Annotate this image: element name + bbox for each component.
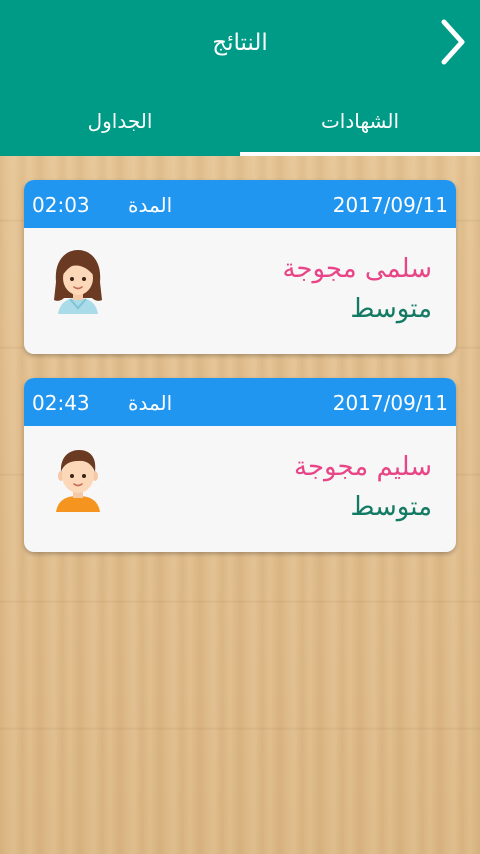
duration-label: المدة bbox=[128, 391, 173, 415]
result-date: 2017/09/11 bbox=[332, 193, 448, 217]
tab-bar: الشهادات الجداول bbox=[0, 88, 480, 156]
result-card-header: 2017/09/11 المدة 02:43 bbox=[24, 378, 456, 426]
tab-tables[interactable]: الجداول bbox=[0, 88, 240, 156]
result-card-header: 2017/09/11 المدة 02:03 bbox=[24, 180, 456, 228]
girl-avatar-icon bbox=[48, 248, 108, 314]
tab-certificates[interactable]: الشهادات bbox=[240, 88, 480, 156]
app-bar: النتائج الشهادات الجداول bbox=[0, 0, 480, 156]
duration-value: 02:03 bbox=[32, 193, 90, 217]
duration-label: المدة bbox=[128, 193, 173, 217]
result-card-body: سليم مجوجة متوسط bbox=[24, 426, 456, 552]
student-name: سليم مجوجة bbox=[294, 452, 432, 482]
result-card[interactable]: 2017/09/11 المدة 02:43 سليم مجوجة متوسط bbox=[24, 378, 456, 552]
duration-value: 02:43 bbox=[32, 391, 90, 415]
back-button[interactable] bbox=[432, 14, 472, 70]
chevron-right-icon bbox=[441, 19, 465, 65]
result-card[interactable]: 2017/09/11 المدة 02:03 سلمى مجوجة متوسط bbox=[24, 180, 456, 354]
student-level: متوسط bbox=[350, 492, 432, 522]
boy-avatar-icon bbox=[48, 446, 108, 512]
result-date: 2017/09/11 bbox=[332, 391, 448, 415]
result-card-body: سلمى مجوجة متوسط bbox=[24, 228, 456, 354]
page-title: النتائج bbox=[212, 30, 268, 56]
student-name: سلمى مجوجة bbox=[282, 254, 432, 284]
student-level: متوسط bbox=[350, 294, 432, 324]
